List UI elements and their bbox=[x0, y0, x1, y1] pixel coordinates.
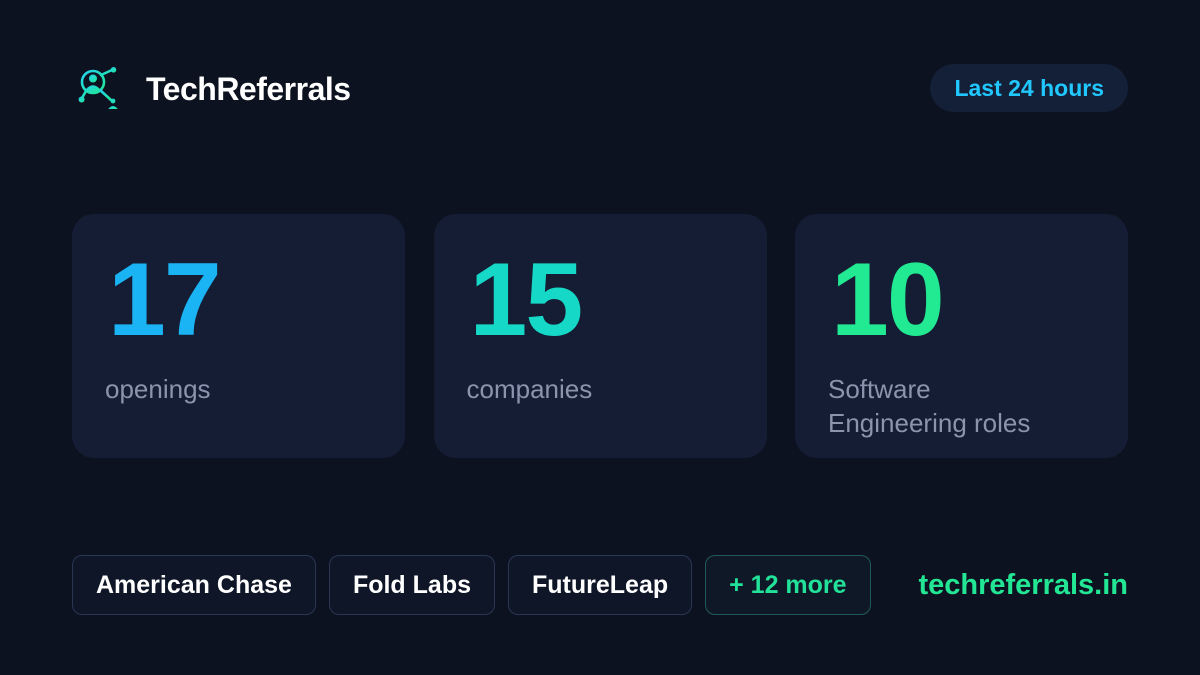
stats-row: 17 openings 15 companies 10 Software Eng… bbox=[72, 214, 1128, 458]
stat-card-openings: 17 openings bbox=[72, 214, 405, 458]
stat-card-companies: 15 companies bbox=[433, 214, 767, 458]
site-link[interactable]: techreferrals.in bbox=[918, 569, 1128, 602]
stat-value: 17 bbox=[108, 242, 222, 358]
referral-network-icon bbox=[78, 67, 118, 109]
stat-label: openings bbox=[105, 374, 211, 404]
stat-label: companies bbox=[466, 374, 593, 404]
stat-value: 10 bbox=[831, 242, 945, 358]
stat-label: Software Engineering roles bbox=[828, 374, 1031, 438]
company-chip[interactable]: FutureLeap bbox=[508, 555, 693, 615]
stat-card-roles: 10 Software Engineering roles bbox=[795, 214, 1128, 458]
stat-value: 15 bbox=[469, 242, 584, 358]
footer: American Chase Fold Labs FutureLeap + 12… bbox=[72, 555, 1128, 615]
more-companies-chip[interactable]: + 12 more bbox=[705, 555, 871, 615]
company-chip[interactable]: American Chase bbox=[72, 555, 316, 615]
header: TechReferrals bbox=[78, 64, 351, 114]
company-chip[interactable]: Fold Labs bbox=[328, 555, 495, 615]
time-range-badge: Last 24 hours bbox=[930, 64, 1128, 112]
brand-name: TechReferrals bbox=[146, 70, 351, 107]
